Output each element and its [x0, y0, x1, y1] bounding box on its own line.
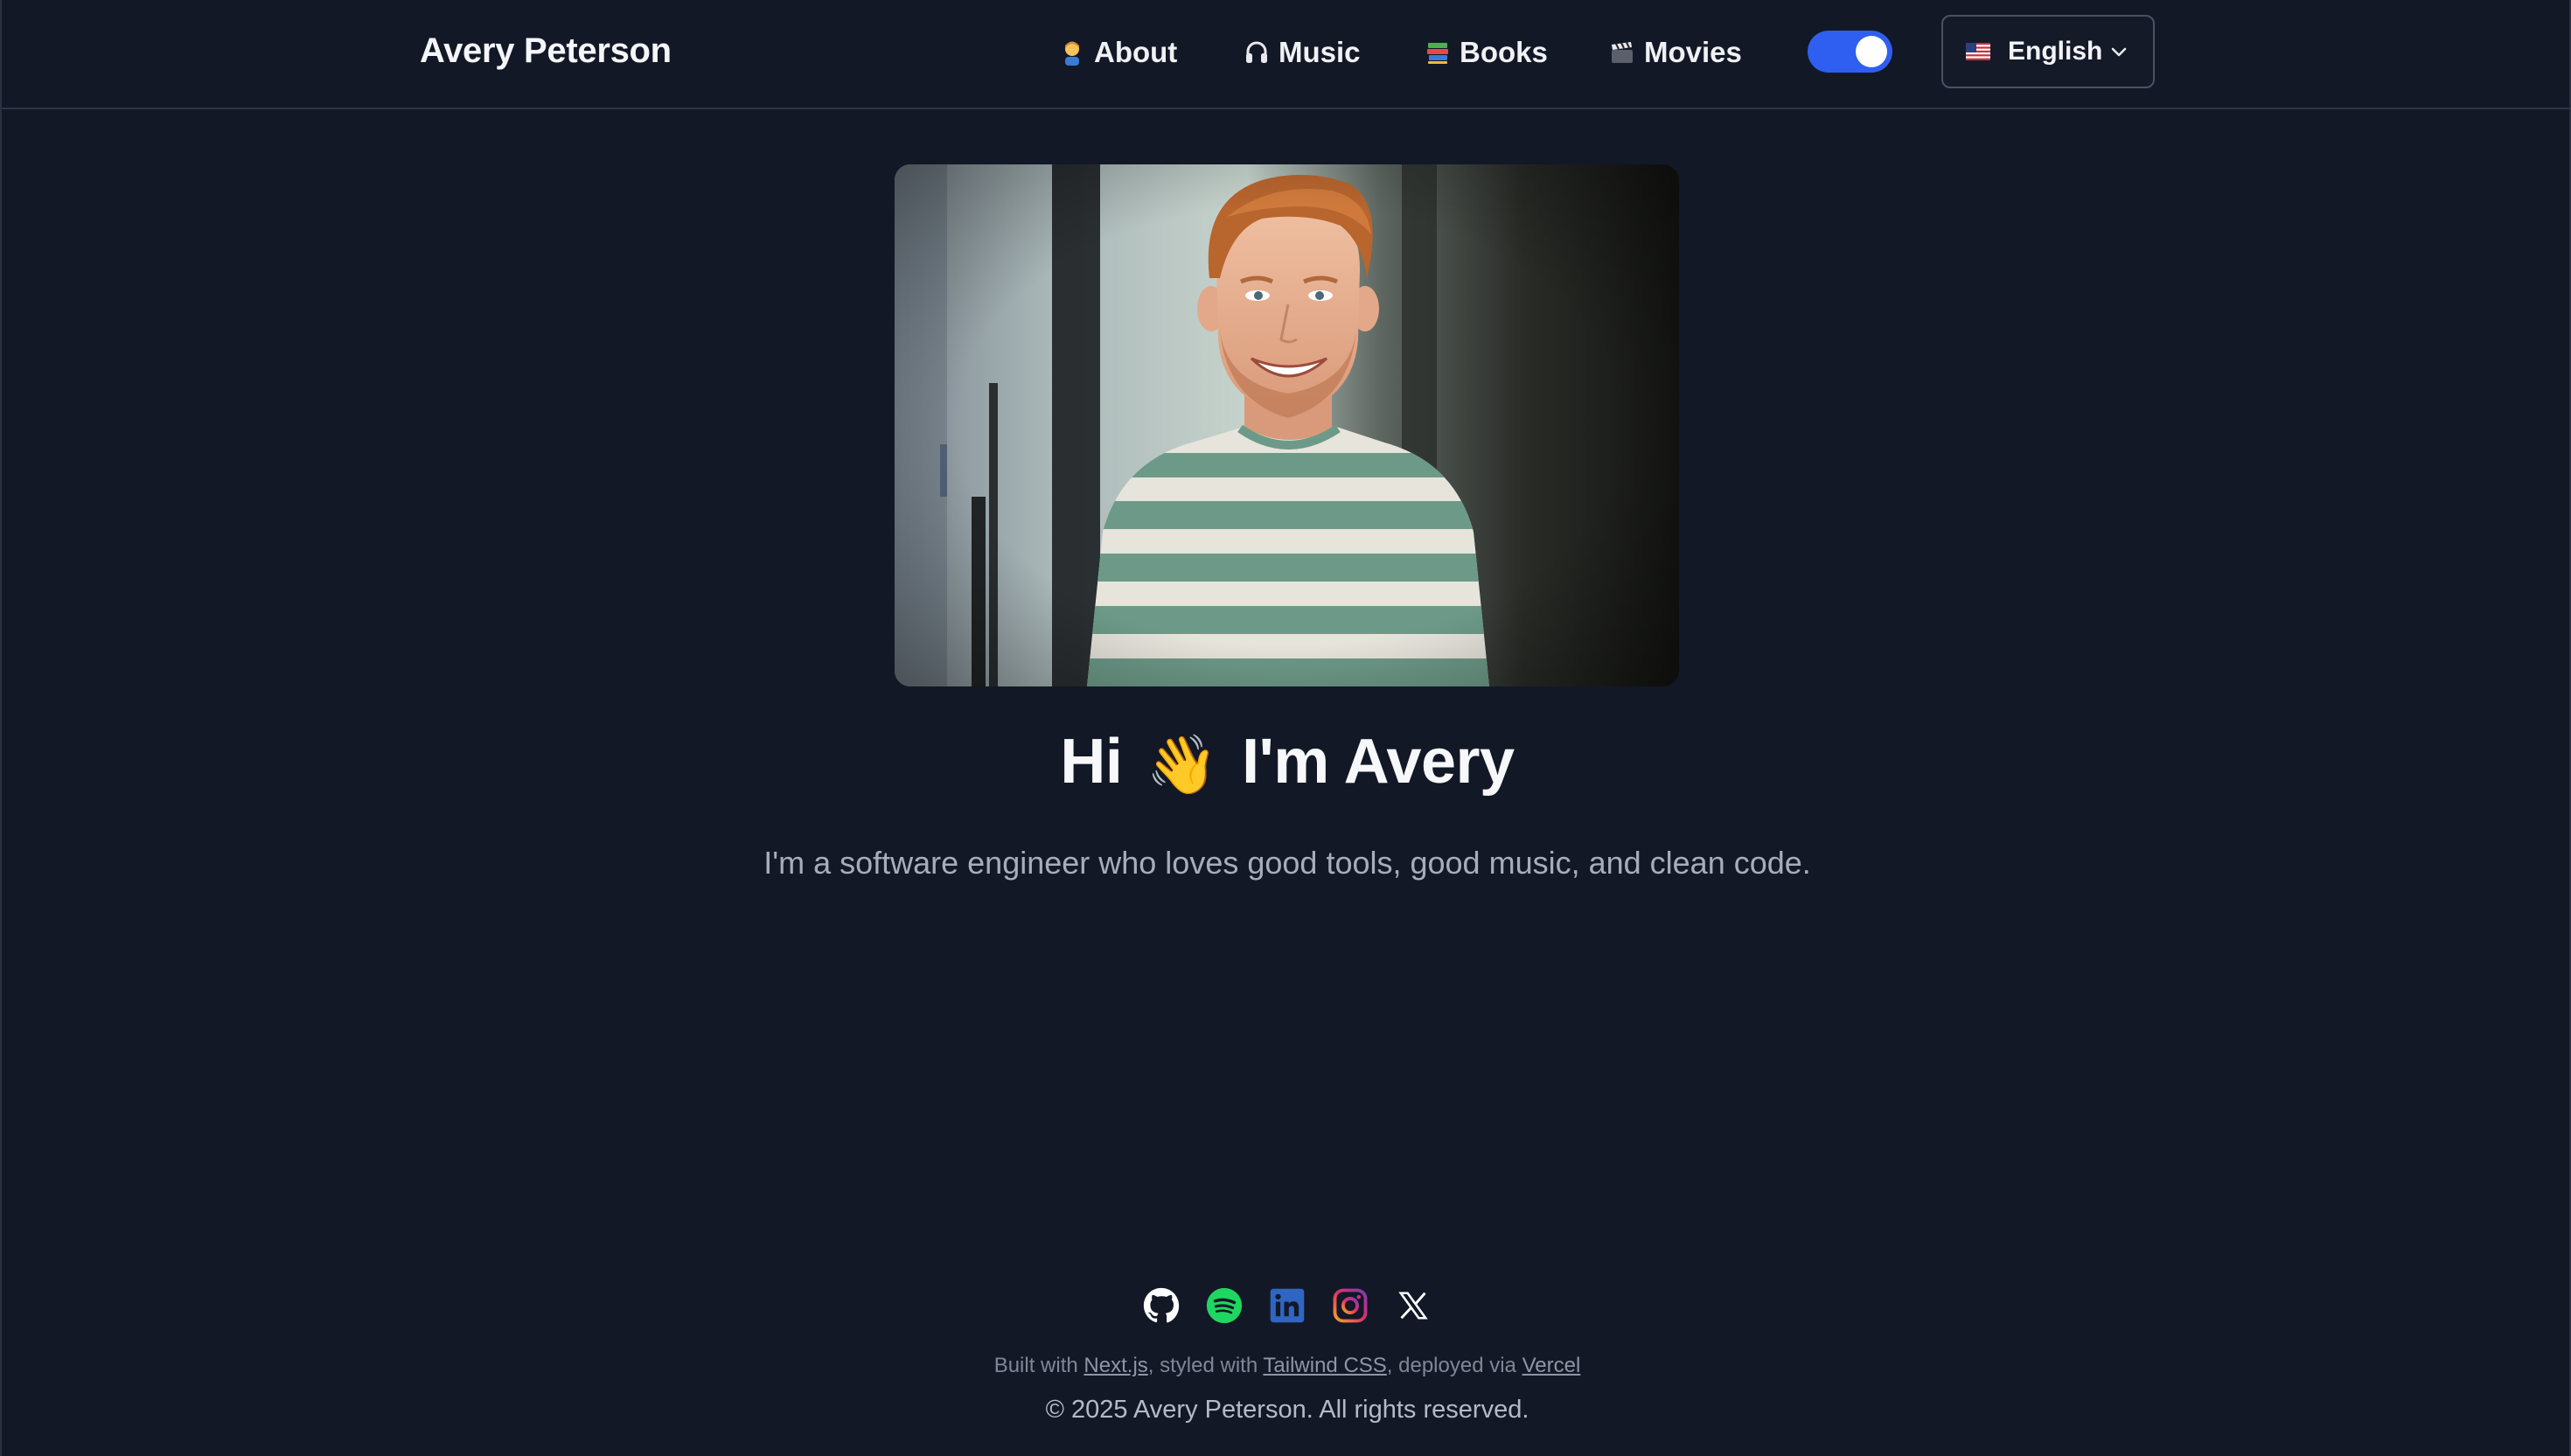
headphones-icon [1244, 39, 1270, 66]
nav-item-movies[interactable]: Movies [1609, 31, 1742, 73]
github-icon[interactable] [1143, 1287, 1180, 1324]
nav-label-books: Books [1460, 36, 1548, 68]
hero-tagline: I'm a software engineer who loves good t… [763, 845, 1811, 881]
language-label: English [2008, 37, 2103, 66]
built-with-credits: Built with Next.js, styled with Tailwind… [2, 1354, 2571, 1378]
toggle-knob [1856, 36, 1887, 67]
instagram-icon[interactable] [1332, 1287, 1369, 1324]
nav-label-movies: Movies [1644, 36, 1742, 68]
profile-photo [895, 164, 1679, 686]
nav-label-about: About [1094, 36, 1178, 68]
us-flag-icon [1966, 43, 1990, 60]
waving-hand-icon: 👋 [1146, 732, 1218, 797]
hero-title: Hi 👋 I'm Avery [2, 726, 2571, 799]
person-emoji-icon [1059, 39, 1085, 66]
site-header: Avery Peterson About Music Books Movies … [2, 0, 2571, 109]
books-emoji-icon [1425, 39, 1451, 66]
built-prefix: Built with [993, 1354, 1078, 1377]
social-links [2, 1287, 2571, 1327]
copyright-text: © 2025 Avery Peterson. All rights reserv… [1045, 1396, 1529, 1424]
site-brand[interactable]: Avery Peterson [420, 31, 672, 71]
language-select[interactable]: English [1941, 15, 2155, 88]
built-mid-1: , styled with [1147, 1354, 1258, 1377]
chevron-down-icon [2109, 43, 2129, 62]
page: Avery Peterson About Music Books Movies … [0, 0, 2571, 1456]
clapper-board-icon [1609, 39, 1635, 66]
hero-title-name: I'm Avery [1242, 727, 1515, 797]
theme-toggle[interactable] [1808, 31, 1892, 73]
nav-item-music[interactable]: Music [1244, 31, 1361, 73]
nextjs-link[interactable]: Next.js [1083, 1354, 1147, 1377]
tailwind-link[interactable]: Tailwind CSS [1263, 1354, 1386, 1377]
spotify-icon[interactable] [1206, 1287, 1243, 1324]
built-mid-2: , deployed via [1386, 1354, 1516, 1377]
linkedin-icon[interactable] [1269, 1287, 1306, 1324]
vercel-link[interactable]: Vercel [1522, 1354, 1581, 1377]
nav-item-books[interactable]: Books [1425, 31, 1548, 73]
x-icon[interactable] [1395, 1287, 1432, 1324]
nav-item-about[interactable]: About [1059, 31, 1177, 73]
nav-label-music: Music [1279, 36, 1361, 68]
hero-title-greeting: Hi [1060, 727, 1123, 797]
